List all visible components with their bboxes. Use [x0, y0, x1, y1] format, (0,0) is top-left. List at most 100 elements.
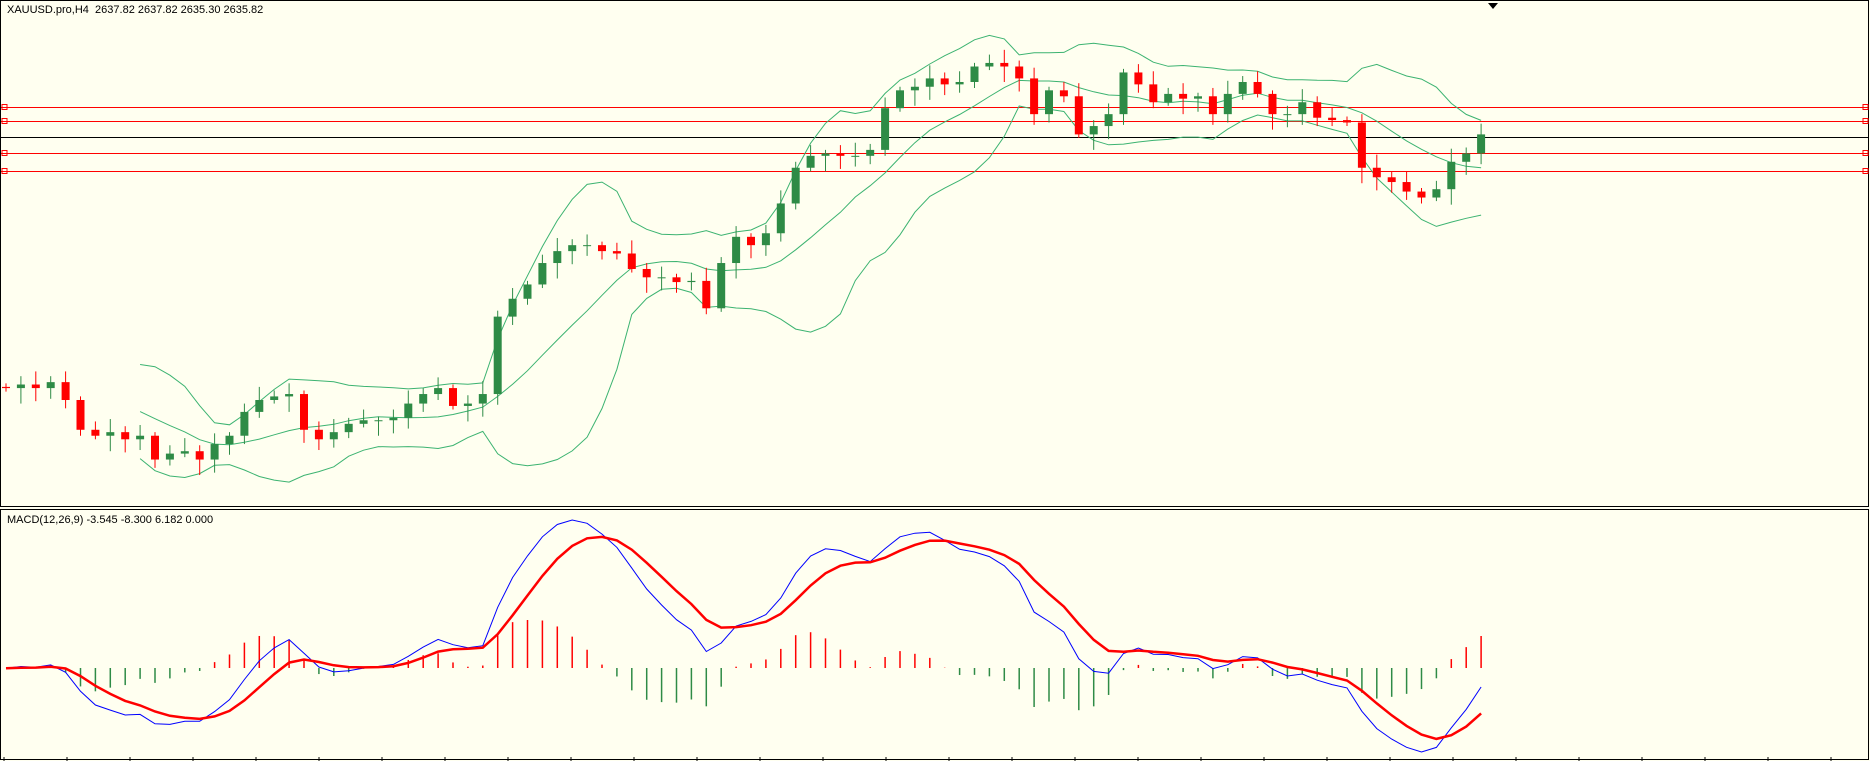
bull-candle: [687, 280, 696, 283]
bull-candle: [761, 233, 770, 246]
bull-candle: [478, 394, 487, 404]
macd-name: MACD(12,26,9): [7, 514, 84, 526]
bear-candle: [1030, 78, 1039, 115]
bear-candle: [1253, 81, 1262, 94]
bear-candle: [1343, 120, 1351, 123]
bear-candle: [151, 435, 159, 460]
bull-candle: [881, 108, 890, 150]
bear-candle: [1402, 182, 1411, 192]
bull-candle: [821, 153, 830, 156]
bull-candle: [538, 263, 547, 285]
bear-candle: [1059, 90, 1068, 97]
bear-candle: [1328, 117, 1337, 121]
macd-values: -3.545 -8.300 6.182 0.000: [86, 514, 214, 526]
bull-candle: [866, 149, 875, 156]
bull-candle: [374, 420, 383, 422]
macd-info: MACD(12,26,9) -3.545 -8.300 6.182 0.000: [7, 514, 213, 526]
bear-candle: [195, 451, 204, 460]
price-chart[interactable]: [0, 0, 1870, 761]
bull-candle: [240, 411, 249, 436]
bull-candle: [180, 451, 189, 454]
bear-candle: [702, 280, 711, 309]
bear-candle: [1149, 84, 1158, 103]
bear-candle: [1134, 72, 1143, 85]
bear-candle: [61, 382, 70, 400]
symbol-info: XAUUSD.pro,H4 2637.82 2637.82 2635.30 26…: [7, 4, 263, 16]
bull-candle: [210, 444, 219, 460]
bear-candle: [1208, 96, 1217, 115]
bull-candle: [419, 394, 428, 404]
bear-candle: [627, 253, 636, 269]
bull-candle: [270, 396, 279, 400]
bull-candle: [46, 382, 55, 389]
bear-candle: [314, 429, 323, 440]
bull-candle: [1238, 81, 1247, 94]
bull-candle: [404, 403, 413, 418]
bull-candle: [851, 155, 860, 157]
bull-candle: [329, 432, 338, 440]
bear-candle: [940, 78, 949, 85]
macd-indicator: [5, 519, 1482, 753]
bear-candle: [1357, 122, 1366, 168]
bull-candle: [717, 263, 726, 309]
bull-candle: [955, 81, 964, 85]
bull-candle: [1462, 153, 1471, 162]
bull-candle: [523, 284, 532, 299]
macd-pane-frame: [0, 509, 1869, 760]
bull-candle: [225, 435, 234, 445]
bull-candle: [1089, 126, 1098, 135]
bull-candle: [1477, 134, 1486, 154]
bull-candle: [493, 316, 502, 395]
horizontal-lines: [1, 104, 1869, 174]
candles: [2, 49, 1486, 476]
bull-candle: [106, 432, 115, 436]
bollinger-bands: [139, 34, 1482, 483]
bear-candle: [1015, 66, 1024, 79]
bull-candle: [970, 66, 979, 82]
bull-candle: [776, 203, 785, 234]
bull-candle: [896, 90, 904, 109]
bull-candle: [1119, 72, 1128, 115]
bull-candle: [1447, 161, 1456, 190]
bull-candle: [344, 423, 353, 433]
bear-candle: [836, 153, 845, 156]
bear-candle: [91, 429, 100, 436]
bull-candle: [165, 453, 174, 460]
bull-candle: [791, 167, 800, 204]
signal-line: [5, 535, 1482, 741]
band-upper: [140, 34, 1482, 426]
bear-candle: [642, 268, 651, 278]
bear-candle: [1372, 167, 1381, 178]
bull-candle: [508, 298, 517, 317]
bull-candle: [568, 245, 577, 252]
bull-candle: [806, 155, 815, 168]
bear-candle: [672, 277, 681, 283]
bear-candle: [121, 432, 130, 440]
bear-candle: [598, 245, 606, 252]
bull-candle: [285, 394, 294, 397]
bull-candle: [255, 399, 264, 412]
bear-candle: [1268, 93, 1277, 115]
chart-shift-marker-icon[interactable]: [1488, 3, 1498, 9]
bull-candle: [985, 62, 994, 67]
bear-candle: [31, 384, 40, 389]
bull-candle: [463, 403, 472, 406]
bull-candle: [553, 251, 562, 264]
bull-candle: [1045, 90, 1053, 115]
bear-candle: [1313, 102, 1322, 118]
bear-candle: [612, 251, 621, 254]
bear-candle: [449, 388, 457, 406]
symbol-label: XAUUSD.pro,H4: [7, 4, 89, 16]
bear-candle: [747, 236, 755, 246]
band-middle: [139, 79, 1482, 446]
bull-candle: [1223, 93, 1232, 115]
ohlc-values: 2637.82 2637.82 2635.30 2635.82: [95, 4, 264, 16]
bull-candle: [657, 277, 666, 279]
bear-candle: [300, 394, 308, 430]
bull-candle: [910, 86, 919, 91]
bull-candle: [136, 435, 145, 440]
bear-candle: [76, 399, 85, 430]
bull-candle: [359, 420, 368, 424]
bull-candle: [1104, 114, 1113, 127]
macd-line: [5, 519, 1482, 753]
